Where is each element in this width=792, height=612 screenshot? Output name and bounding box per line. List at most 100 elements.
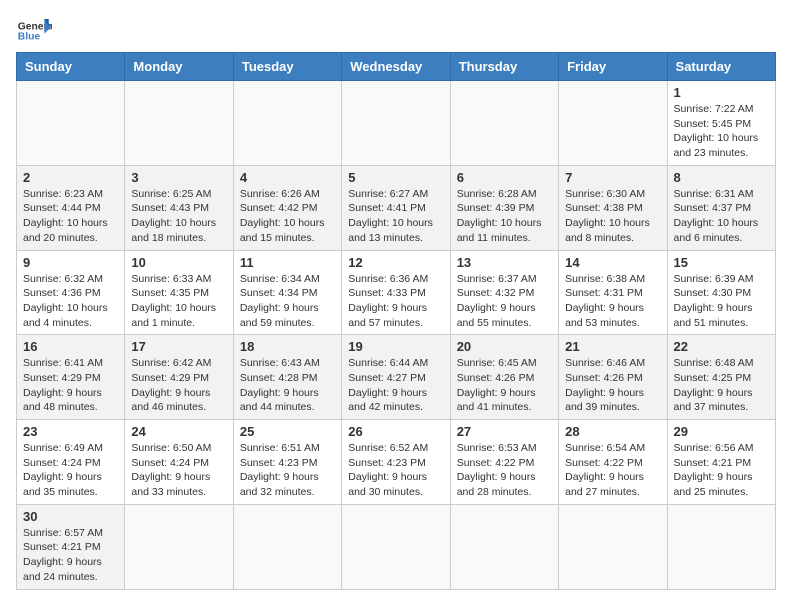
calendar-table: SundayMondayTuesdayWednesdayThursdayFrid…: [16, 52, 776, 590]
calendar-cell: 14Sunrise: 6:38 AM Sunset: 4:31 PM Dayli…: [559, 250, 667, 335]
calendar-cell: [559, 81, 667, 166]
day-info: Sunrise: 6:52 AM Sunset: 4:23 PM Dayligh…: [348, 441, 443, 500]
day-info: Sunrise: 6:30 AM Sunset: 4:38 PM Dayligh…: [565, 187, 660, 246]
calendar-cell: 19Sunrise: 6:44 AM Sunset: 4:27 PM Dayli…: [342, 335, 450, 420]
calendar-cell: 24 Sunrise: 6:50 AM Sunset: 4:24 PM Dayli…: [125, 420, 233, 505]
day-number: 30: [23, 509, 118, 524]
calendar-cell: [233, 504, 341, 589]
day-number: 8: [674, 170, 769, 185]
calendar-cell: 20 Sunrise: 6:45 AM Sunset: 4:26 PM Dayli…: [450, 335, 558, 420]
day-number: 20: [457, 339, 552, 354]
day-number: 16: [23, 339, 118, 354]
calendar-header-row: SundayMondayTuesdayWednesdayThursdayFrid…: [17, 53, 776, 81]
day-info: Sunrise: 6:39 AM Sunset: 4:30 PM Dayligh…: [674, 272, 769, 331]
day-info: Sunrise: 6:26 AM Sunset: 4:42 PM Dayligh…: [240, 187, 335, 246]
day-number: 4: [240, 170, 335, 185]
day-number: 10: [131, 255, 226, 270]
calendar-cell: 16 Sunrise: 6:41 AM Sunset: 4:29 PM Dayli…: [17, 335, 125, 420]
calendar-cell: 13Sunrise: 6:37 AM Sunset: 4:32 PM Dayli…: [450, 250, 558, 335]
calendar-cell: 10 Sunrise: 6:33 AM Sunset: 4:35 PM Dayli…: [125, 250, 233, 335]
calendar-week-row: 1 Sunrise: 7:22 AM Sunset: 5:45 PM Daylig…: [17, 81, 776, 166]
day-info: Sunrise: 6:33 AM Sunset: 4:35 PM Dayligh…: [131, 272, 226, 331]
calendar-cell: [450, 81, 558, 166]
calendar-cell: 12 Sunrise: 6:36 AM Sunset: 4:33 PM Dayli…: [342, 250, 450, 335]
day-number: 9: [23, 255, 118, 270]
calendar-cell: 26Sunrise: 6:52 AM Sunset: 4:23 PM Dayli…: [342, 420, 450, 505]
day-number: 1: [674, 85, 769, 100]
calendar-cell: 23 Sunrise: 6:49 AM Sunset: 4:24 PM Dayli…: [17, 420, 125, 505]
calendar-header-tuesday: Tuesday: [233, 53, 341, 81]
calendar-cell: [17, 81, 125, 166]
day-info: Sunrise: 6:53 AM Sunset: 4:22 PM Dayligh…: [457, 441, 552, 500]
calendar-cell: 5 Sunrise: 6:27 AM Sunset: 4:41 PM Daylig…: [342, 165, 450, 250]
day-number: 7: [565, 170, 660, 185]
calendar-header-saturday: Saturday: [667, 53, 775, 81]
day-number: 25: [240, 424, 335, 439]
logo: General Blue: [16, 16, 56, 44]
calendar-week-row: 2Sunrise: 6:23 AM Sunset: 4:44 PM Daylig…: [17, 165, 776, 250]
day-number: 5: [348, 170, 443, 185]
calendar-cell: 2Sunrise: 6:23 AM Sunset: 4:44 PM Daylig…: [17, 165, 125, 250]
day-number: 29: [674, 424, 769, 439]
calendar-header-sunday: Sunday: [17, 53, 125, 81]
day-number: 2: [23, 170, 118, 185]
calendar-cell: [342, 81, 450, 166]
calendar-cell: 4 Sunrise: 6:26 AM Sunset: 4:42 PM Daylig…: [233, 165, 341, 250]
calendar-cell: 21 Sunrise: 6:46 AM Sunset: 4:26 PM Dayli…: [559, 335, 667, 420]
calendar-cell: 11 Sunrise: 6:34 AM Sunset: 4:34 PM Dayli…: [233, 250, 341, 335]
day-number: 22: [674, 339, 769, 354]
day-info: Sunrise: 6:32 AM Sunset: 4:36 PM Dayligh…: [23, 272, 118, 331]
calendar-cell: [559, 504, 667, 589]
calendar-header-friday: Friday: [559, 53, 667, 81]
day-info: Sunrise: 6:57 AM Sunset: 4:21 PM Dayligh…: [23, 526, 118, 585]
calendar-cell: 15 Sunrise: 6:39 AM Sunset: 4:30 PM Dayli…: [667, 250, 775, 335]
calendar-cell: 29Sunrise: 6:56 AM Sunset: 4:21 PM Dayli…: [667, 420, 775, 505]
calendar-week-row: 23 Sunrise: 6:49 AM Sunset: 4:24 PM Dayli…: [17, 420, 776, 505]
calendar-cell: 7 Sunrise: 6:30 AM Sunset: 4:38 PM Daylig…: [559, 165, 667, 250]
svg-text:Blue: Blue: [18, 32, 41, 43]
day-number: 15: [674, 255, 769, 270]
day-number: 17: [131, 339, 226, 354]
day-info: Sunrise: 6:51 AM Sunset: 4:23 PM Dayligh…: [240, 441, 335, 500]
day-info: Sunrise: 6:41 AM Sunset: 4:29 PM Dayligh…: [23, 356, 118, 415]
calendar-cell: 17Sunrise: 6:42 AM Sunset: 4:29 PM Dayli…: [125, 335, 233, 420]
calendar-cell: 27Sunrise: 6:53 AM Sunset: 4:22 PM Dayli…: [450, 420, 558, 505]
calendar-cell: 25 Sunrise: 6:51 AM Sunset: 4:23 PM Dayli…: [233, 420, 341, 505]
day-info: Sunrise: 6:44 AM Sunset: 4:27 PM Dayligh…: [348, 356, 443, 415]
calendar-cell: [342, 504, 450, 589]
day-info: Sunrise: 6:37 AM Sunset: 4:32 PM Dayligh…: [457, 272, 552, 331]
calendar-cell: [450, 504, 558, 589]
calendar-week-row: 16 Sunrise: 6:41 AM Sunset: 4:29 PM Dayli…: [17, 335, 776, 420]
day-info: Sunrise: 6:28 AM Sunset: 4:39 PM Dayligh…: [457, 187, 552, 246]
calendar-cell: 30 Sunrise: 6:57 AM Sunset: 4:21 PM Dayli…: [17, 504, 125, 589]
day-info: Sunrise: 6:36 AM Sunset: 4:33 PM Dayligh…: [348, 272, 443, 331]
calendar-cell: 8 Sunrise: 6:31 AM Sunset: 4:37 PM Daylig…: [667, 165, 775, 250]
calendar-cell: [233, 81, 341, 166]
day-number: 11: [240, 255, 335, 270]
header: General Blue: [16, 16, 776, 44]
day-number: 12: [348, 255, 443, 270]
calendar-cell: [125, 504, 233, 589]
day-info: Sunrise: 6:31 AM Sunset: 4:37 PM Dayligh…: [674, 187, 769, 246]
calendar-cell: [125, 81, 233, 166]
day-info: Sunrise: 6:45 AM Sunset: 4:26 PM Dayligh…: [457, 356, 552, 415]
day-info: Sunrise: 6:27 AM Sunset: 4:41 PM Dayligh…: [348, 187, 443, 246]
day-info: Sunrise: 6:46 AM Sunset: 4:26 PM Dayligh…: [565, 356, 660, 415]
calendar-header-wednesday: Wednesday: [342, 53, 450, 81]
day-info: Sunrise: 6:25 AM Sunset: 4:43 PM Dayligh…: [131, 187, 226, 246]
day-number: 3: [131, 170, 226, 185]
calendar-cell: 9 Sunrise: 6:32 AM Sunset: 4:36 PM Daylig…: [17, 250, 125, 335]
day-info: Sunrise: 7:22 AM Sunset: 5:45 PM Dayligh…: [674, 102, 769, 161]
calendar-header-monday: Monday: [125, 53, 233, 81]
day-number: 21: [565, 339, 660, 354]
day-info: Sunrise: 6:49 AM Sunset: 4:24 PM Dayligh…: [23, 441, 118, 500]
calendar-week-row: 9 Sunrise: 6:32 AM Sunset: 4:36 PM Daylig…: [17, 250, 776, 335]
calendar-cell: 22Sunrise: 6:48 AM Sunset: 4:25 PM Dayli…: [667, 335, 775, 420]
calendar-cell: 18Sunrise: 6:43 AM Sunset: 4:28 PM Dayli…: [233, 335, 341, 420]
day-number: 28: [565, 424, 660, 439]
day-info: Sunrise: 6:50 AM Sunset: 4:24 PM Dayligh…: [131, 441, 226, 500]
day-info: Sunrise: 6:34 AM Sunset: 4:34 PM Dayligh…: [240, 272, 335, 331]
calendar-cell: 6Sunrise: 6:28 AM Sunset: 4:39 PM Daylig…: [450, 165, 558, 250]
day-number: 24: [131, 424, 226, 439]
day-number: 23: [23, 424, 118, 439]
